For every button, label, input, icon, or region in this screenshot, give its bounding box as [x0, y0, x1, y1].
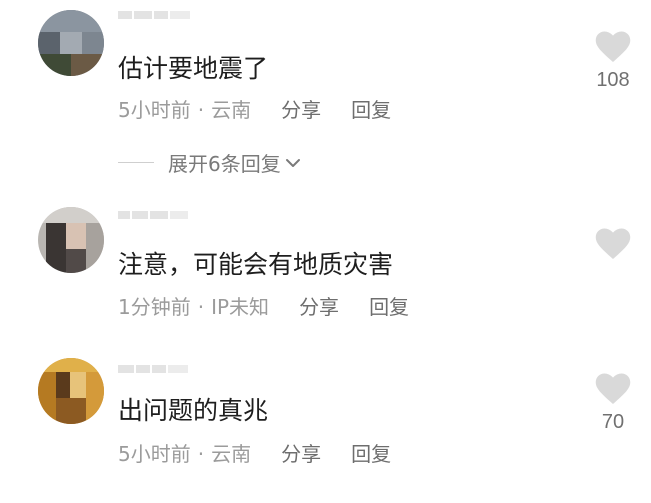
comment-item: 估计要地震了 5小时前 · 云南 分享 回复 108	[0, 0, 651, 150]
meta-separator: ·	[197, 295, 205, 319]
comment-text: 出问题的真兆	[118, 396, 269, 425]
avatar[interactable]	[38, 207, 104, 273]
comment-time: 5小时前	[118, 442, 191, 466]
avatar[interactable]	[38, 358, 104, 424]
comment-meta: 5小时前 · 云南 分享 回复	[118, 96, 391, 124]
divider-line	[118, 162, 154, 163]
heart-icon	[595, 31, 631, 62]
comment-meta: 5小时前 · 云南 分享 回复	[118, 440, 391, 468]
share-button[interactable]: 分享	[281, 440, 321, 468]
expand-replies-label: 展开6条回复	[168, 152, 281, 176]
like-count: 70	[601, 411, 625, 433]
reply-button[interactable]: 回复	[351, 96, 391, 124]
username-redacted[interactable]	[118, 358, 188, 380]
reply-button[interactable]: 回复	[351, 440, 391, 468]
comment-location: 云南	[211, 98, 252, 122]
like-button[interactable]: 70	[588, 373, 638, 435]
username-redacted[interactable]	[118, 4, 190, 26]
comment-location: 云南	[211, 442, 252, 466]
reply-button[interactable]: 回复	[369, 293, 409, 321]
comment-item: 注意，可能会有地质灾害 1分钟前 · IP未知 分享 回复	[0, 190, 651, 340]
share-button[interactable]: 分享	[299, 293, 339, 321]
like-count: 108	[596, 69, 630, 91]
chevron-down-icon	[285, 158, 300, 167]
heart-icon	[595, 228, 631, 259]
comment-time: 1分钟前	[118, 295, 191, 319]
heart-icon	[595, 373, 631, 404]
meta-separator: ·	[197, 98, 205, 122]
comment-meta: 1分钟前 · IP未知 分享 回复	[118, 293, 409, 321]
avatar[interactable]	[38, 10, 104, 76]
like-button[interactable]: 108	[588, 31, 638, 93]
comment-text: 估计要地震了	[118, 54, 269, 83]
comment-time: 5小时前	[118, 98, 191, 122]
comment-location: IP未知	[211, 295, 270, 319]
expand-replies-button[interactable]: 展开6条回复	[118, 148, 301, 177]
meta-separator: ·	[197, 442, 205, 466]
like-button[interactable]	[588, 228, 638, 264]
share-button[interactable]: 分享	[281, 96, 321, 124]
username-redacted[interactable]	[118, 204, 188, 226]
comment-item: 出问题的真兆 5小时前 · 云南 分享 回复 70	[0, 340, 651, 500]
comment-text: 注意，可能会有地质灾害	[118, 250, 394, 279]
